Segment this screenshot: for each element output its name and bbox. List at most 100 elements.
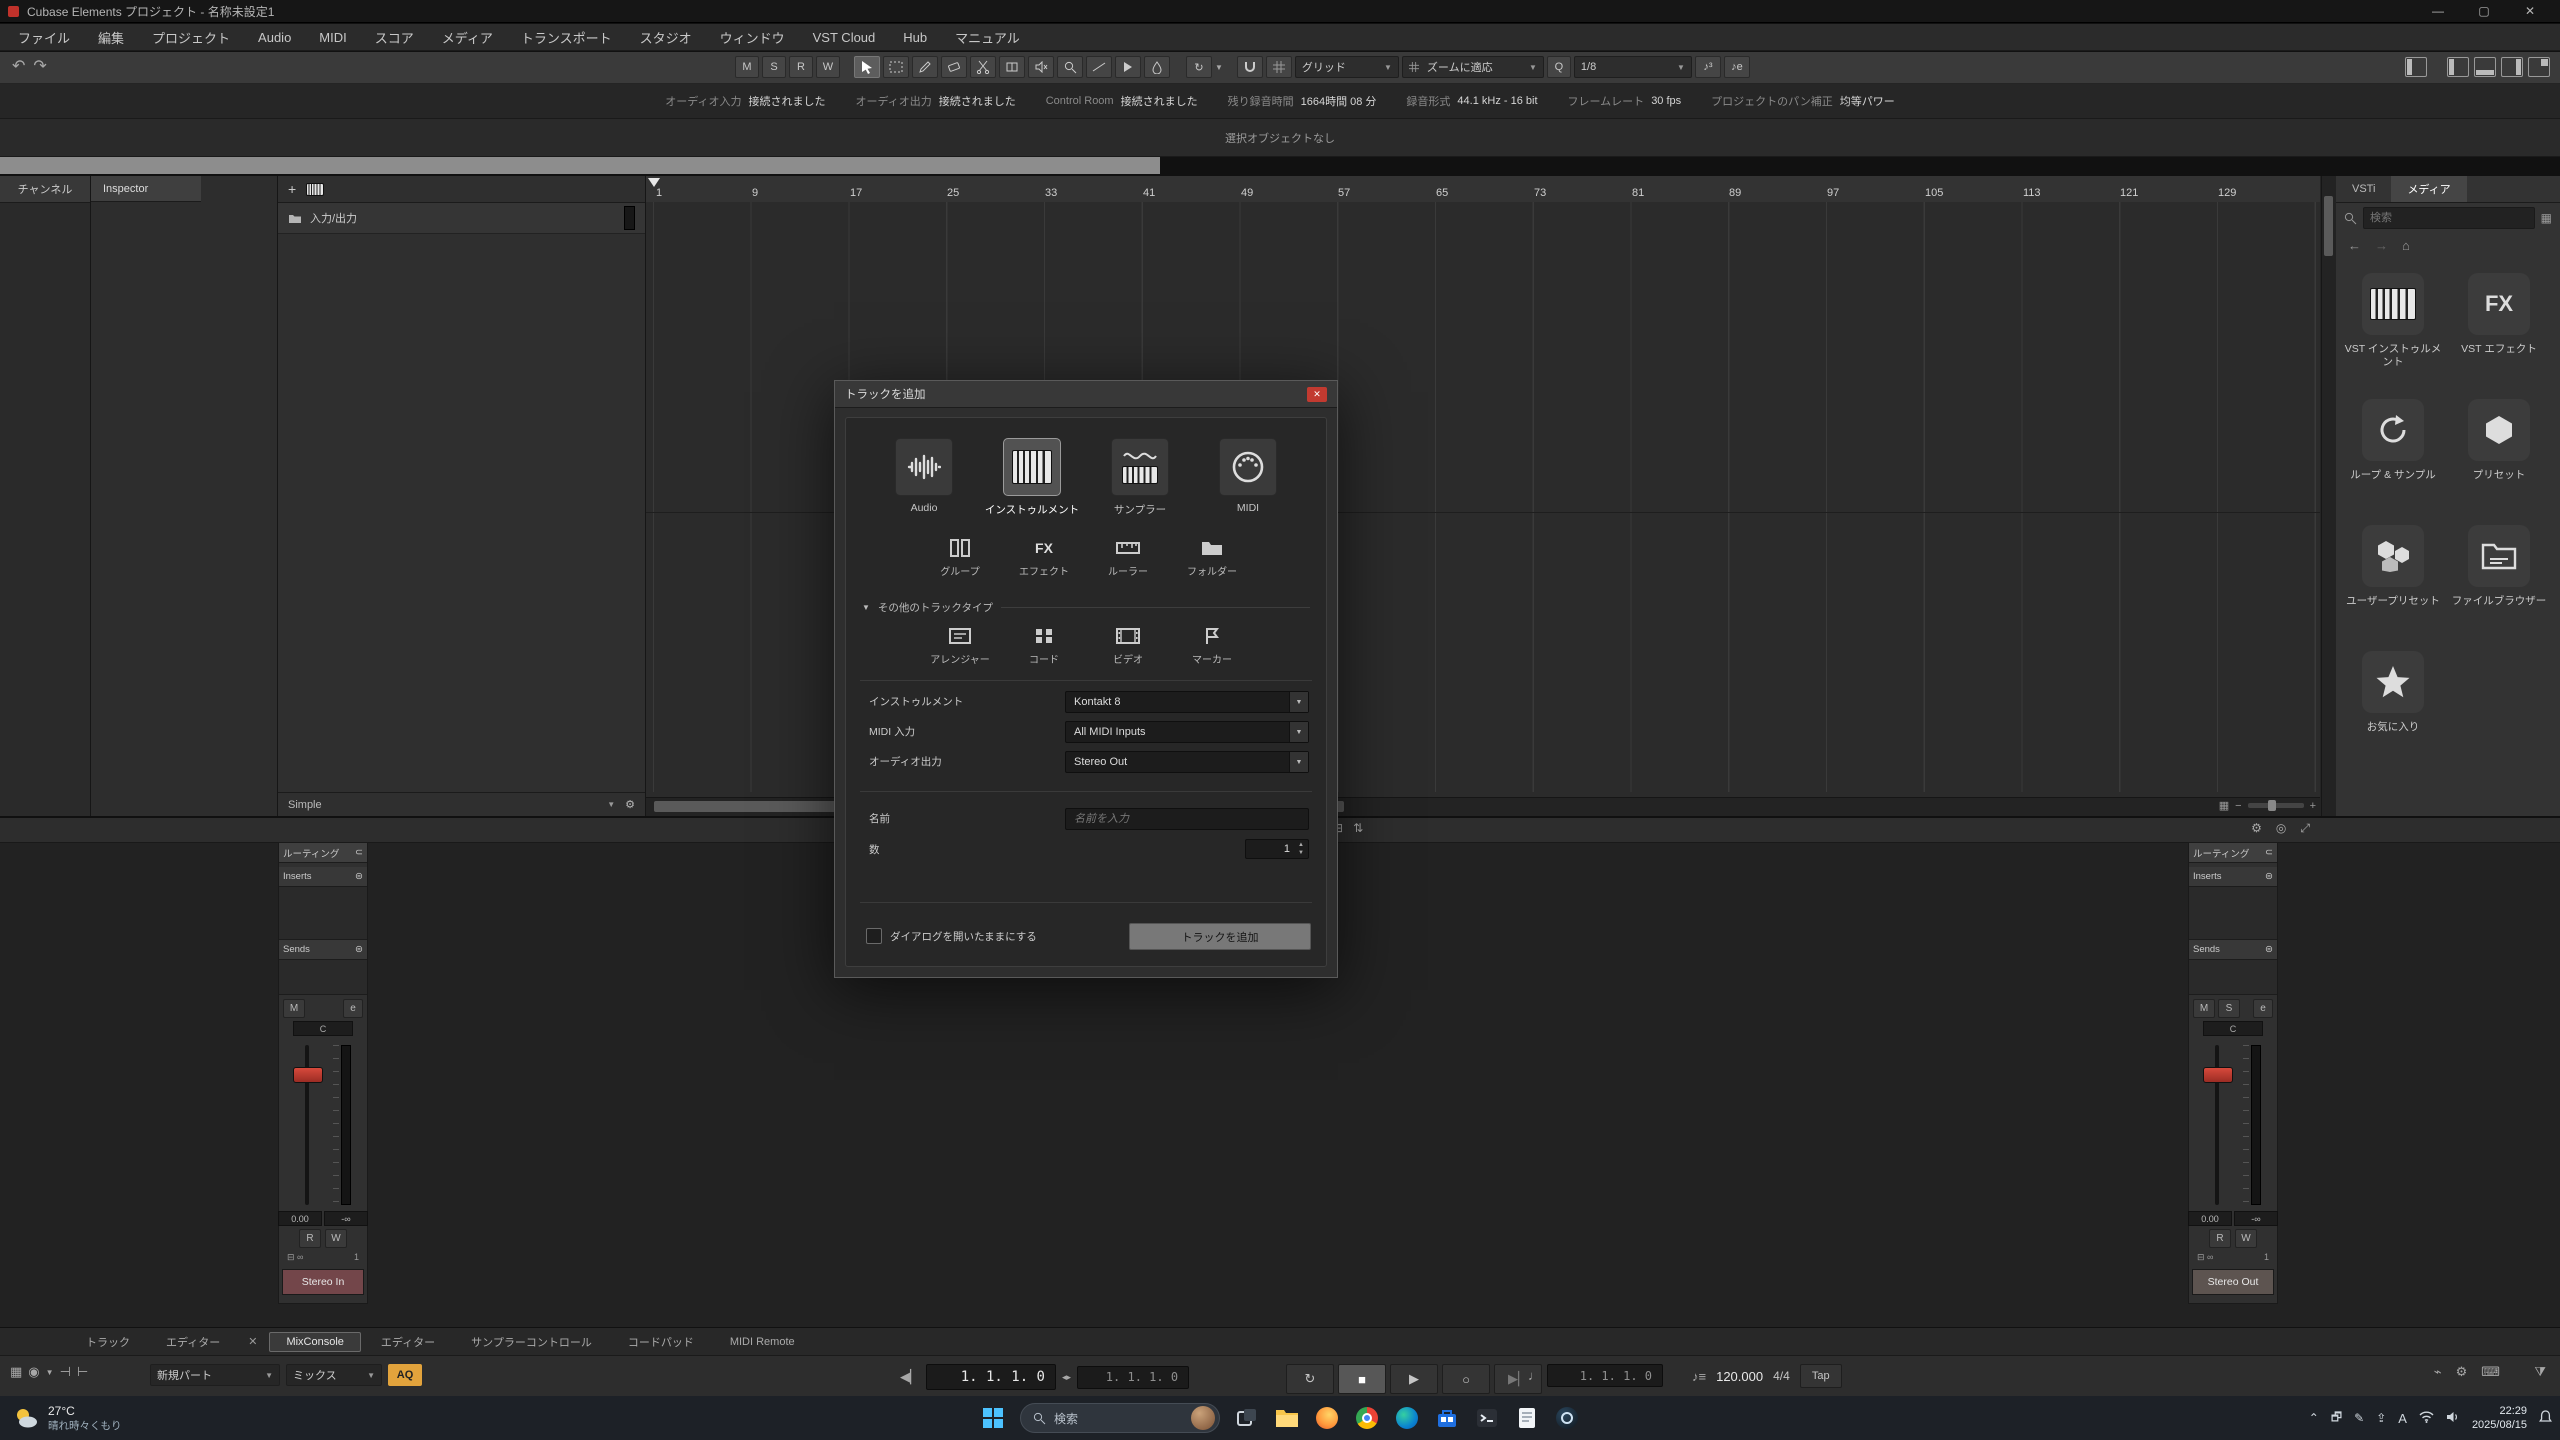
record-mode-arrow-icon[interactable]: ▼ [46, 1368, 54, 1377]
store-icon[interactable] [1434, 1405, 1460, 1431]
goto-previous-marker-icon[interactable]: ◀▏ [900, 1369, 920, 1385]
mute-button[interactable]: M [2193, 999, 2215, 1018]
tab-media[interactable]: メディア [2391, 176, 2466, 202]
edit-channel-button[interactable]: e [343, 999, 363, 1018]
read-automation-button[interactable]: R [789, 56, 813, 78]
read-automation-button[interactable]: R [2209, 1229, 2231, 1248]
record-mode-icon[interactable]: ◉ [28, 1364, 39, 1380]
meter-peak-value[interactable]: -∞ [2234, 1211, 2278, 1226]
redo-icon[interactable]: ↷ [33, 56, 46, 76]
fader-handle[interactable] [293, 1067, 323, 1083]
glue-tool[interactable] [999, 56, 1025, 78]
menu-item-manual[interactable]: マニュアル [941, 24, 1034, 50]
inserts-header[interactable]: Inserts⊜ [279, 867, 367, 887]
collapse-icon[interactable]: ⊂ [355, 847, 363, 858]
setup-window-layout-icon[interactable] [2528, 57, 2550, 77]
mixer-updown-icon[interactable]: ⇅ [1353, 821, 1363, 835]
track-name-input[interactable] [1065, 808, 1309, 830]
chrome-icon[interactable] [1354, 1405, 1380, 1431]
network-icon[interactable] [2419, 1411, 2434, 1426]
cycle-button[interactable]: ↻ [1286, 1364, 1334, 1394]
punch-out-icon[interactable]: ⊢ [77, 1364, 88, 1380]
transport-panel-icon[interactable]: ▦ [10, 1364, 22, 1380]
meter-peak-value[interactable]: -∞ [324, 1211, 368, 1226]
track-list-settings-icon[interactable]: ⚙ [625, 798, 635, 811]
edit-channel-button[interactable]: e [2253, 999, 2273, 1018]
menu-item-score[interactable]: スコア [361, 24, 428, 50]
dialog-title-bar[interactable]: トラックを追加 ✕ [835, 381, 1337, 408]
time-format-icon[interactable]: ◂▸ [1062, 1372, 1071, 1383]
menu-item-vst-cloud[interactable]: VST Cloud [799, 24, 890, 50]
instrument-select[interactable]: Kontakt 8 ▼ [1065, 691, 1309, 713]
dialog-close-button[interactable]: ✕ [1307, 387, 1327, 402]
track-type-arranger[interactable]: アレンジャー [929, 624, 991, 666]
track-type-audio[interactable]: Audio [888, 438, 960, 517]
stop-button[interactable]: ■ [1338, 1364, 1386, 1394]
channel-name-label[interactable]: Stereo In [282, 1269, 364, 1295]
task-view-icon[interactable] [1234, 1405, 1260, 1431]
terminal-icon[interactable] [1474, 1405, 1500, 1431]
sends-header[interactable]: Sends⊜ [279, 940, 367, 960]
collapse-icon[interactable]: ⊂ [2265, 847, 2273, 858]
tile-vst-instruments[interactable]: VST インストゥルメント [2342, 265, 2444, 387]
zoom-in-icon[interactable]: + [2310, 800, 2316, 812]
sends-menu-icon[interactable]: ⊜ [355, 944, 363, 955]
clock-widget[interactable]: 22:29 2025/08/15 [2472, 1404, 2527, 1433]
read-automation-button[interactable]: R [299, 1229, 321, 1248]
mixer-open-external-icon[interactable]: ⤢ [2300, 821, 2310, 836]
left-zone-toggle-icon[interactable] [2447, 57, 2469, 77]
color-tool[interactable] [1144, 56, 1170, 78]
tab-tracks[interactable]: トラック [70, 1331, 146, 1353]
triplet-quantize-icon[interactable]: ♪³ [1695, 56, 1721, 78]
write-automation-button[interactable]: W [2235, 1229, 2257, 1248]
window-divider-bar[interactable] [0, 157, 1160, 174]
inserts-slots[interactable] [2189, 887, 2277, 940]
track-type-chord[interactable]: コード [1013, 624, 1075, 666]
start-button[interactable] [980, 1405, 1006, 1431]
tab-channel[interactable]: チャンネル [0, 176, 90, 203]
quantize-grid-dropdown[interactable]: ズームに適応▼ [1402, 56, 1544, 78]
routing-header[interactable]: ルーティング⊂ [2189, 843, 2277, 863]
volume-value[interactable]: 0.00 [2188, 1211, 2232, 1226]
sends-slots[interactable] [2189, 960, 2277, 995]
dropdown-arrow-icon[interactable]: ▼ [1289, 692, 1308, 712]
inserts-menu-icon[interactable]: ⊜ [2265, 871, 2273, 882]
quantize-q-button[interactable]: Q [1547, 56, 1571, 78]
inserts-slots[interactable] [279, 887, 367, 940]
track-type-group[interactable]: グループ [929, 536, 991, 578]
count-down-icon[interactable]: ▼ [1298, 849, 1304, 857]
media-view-toggle-icon[interactable]: ▦ [2541, 211, 2552, 225]
media-forward-icon[interactable]: → [2375, 238, 2388, 253]
tab-editor-left[interactable]: エディター [150, 1331, 236, 1353]
click-icon[interactable]: ⌁ [2434, 1364, 2442, 1380]
media-home-icon[interactable]: ⌂ [2402, 238, 2410, 253]
track-type-ruler[interactable]: ルーラー [1097, 536, 1159, 578]
zoom-out-icon[interactable]: − [2235, 800, 2241, 812]
snap-on-off-icon[interactable] [1237, 56, 1263, 78]
vertical-scrollbar-thumb[interactable] [2324, 196, 2333, 256]
menu-item-file[interactable]: ファイル [4, 24, 84, 50]
volume-value[interactable]: 0.00 [278, 1211, 322, 1226]
inserts-header[interactable]: Inserts⊜ [2189, 867, 2277, 887]
tile-file-browser[interactable]: ファイルブラウザー [2448, 517, 2550, 639]
midi-input-select[interactable]: All MIDI Inputs ▼ [1065, 721, 1309, 743]
menu-item-window[interactable]: ウィンドウ [706, 24, 799, 50]
track-scale-dropdown-icon[interactable]: ▼ [607, 800, 615, 809]
tab-midi-remote[interactable]: MIDI Remote [714, 1333, 811, 1351]
maximize-button[interactable]: ▢ [2462, 1, 2506, 22]
draw-tool[interactable] [912, 56, 938, 78]
track-count-stepper[interactable]: 1 ▲▼ [1245, 839, 1309, 859]
menu-item-media[interactable]: メディア [428, 24, 507, 50]
erase-tool[interactable] [941, 56, 967, 78]
secondary-time-display[interactable]: 1. 1. 1. 0 [1077, 1366, 1189, 1389]
menu-item-audio[interactable]: Audio [244, 24, 305, 50]
mixer-settings-gear-icon[interactable]: ⚙ [2251, 821, 2262, 836]
mute-all-button[interactable]: M [735, 56, 759, 78]
pan-control[interactable]: C [293, 1021, 353, 1036]
media-search-input[interactable] [2363, 207, 2535, 229]
pan-control[interactable]: C [2203, 1021, 2263, 1036]
tab-editor[interactable]: エディター [365, 1331, 451, 1353]
split-tool[interactable] [970, 56, 996, 78]
mix-dropdown[interactable]: ミックス▼ [286, 1364, 382, 1386]
routing-header[interactable]: ルーティング⊂ [279, 843, 367, 863]
